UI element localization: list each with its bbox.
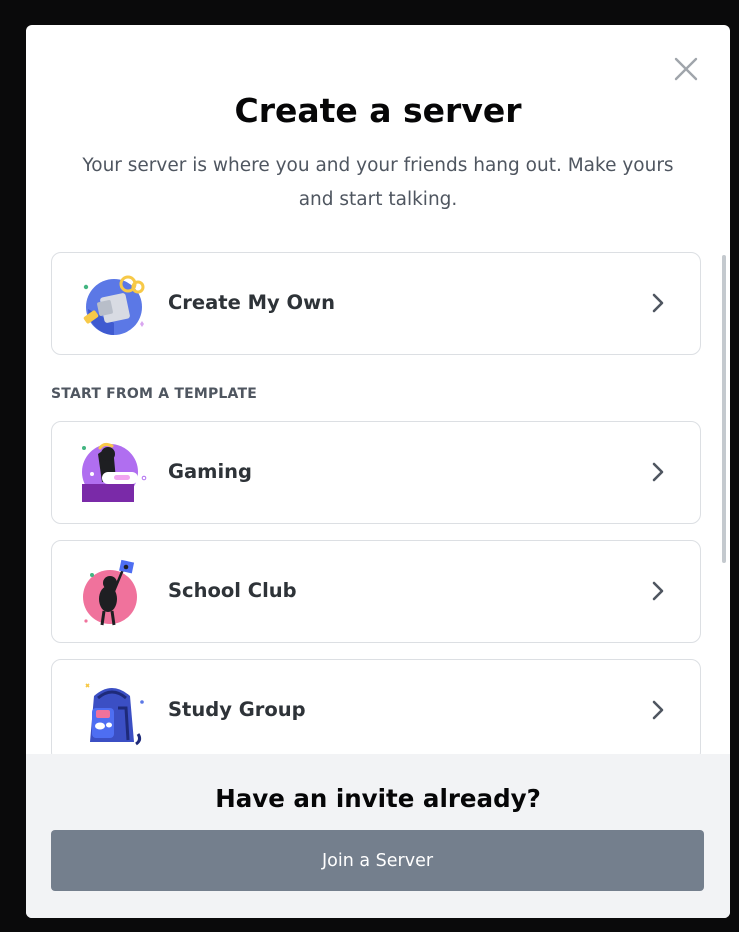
close-button[interactable] [670, 53, 702, 85]
invite-footer: Have an invite already? Join a Server [26, 754, 730, 918]
school-club-illustration [83, 559, 137, 626]
create-my-own-label: Create My Own [168, 291, 336, 314]
template-gaming-label: Gaming [168, 460, 253, 483]
options-scroll-area[interactable]: Create My Own START FROM A TEMPLATE Gami… [26, 250, 730, 778]
study-group-illustration [85, 683, 144, 746]
template-school-club-label: School Club [168, 579, 297, 602]
create-server-modal: Create a server Your server is where you… [26, 25, 730, 918]
close-icon [674, 57, 698, 81]
invite-footer-title: Have an invite already? [215, 784, 541, 813]
join-server-button[interactable]: Join a Server [51, 830, 704, 891]
template-study-group-label: Study Group [168, 698, 306, 721]
chevron-right-icon [652, 462, 664, 482]
create-my-own-illustration [83, 275, 145, 335]
page-title: Create a server [234, 91, 522, 130]
gaming-illustration [82, 442, 147, 502]
create-my-own-option[interactable]: Create My Own [51, 252, 701, 355]
template-gaming-option[interactable]: Gaming [51, 421, 701, 524]
chevron-right-icon [652, 293, 664, 313]
template-section-header: START FROM A TEMPLATE [51, 386, 258, 402]
scrollbar-thumb[interactable] [722, 255, 726, 563]
chevron-right-icon [652, 581, 664, 601]
chevron-right-icon [652, 700, 664, 720]
page-subtitle: Your server is where you and your friend… [82, 155, 674, 210]
template-study-group-option[interactable]: Study Group [51, 659, 701, 762]
template-school-club-option[interactable]: School Club [51, 540, 701, 643]
